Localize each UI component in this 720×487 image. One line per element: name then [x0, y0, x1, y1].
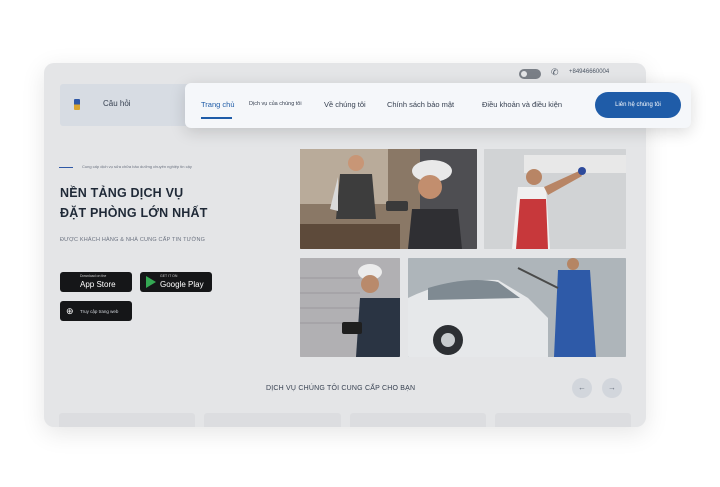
photo-technicians-workshop	[300, 149, 477, 249]
photo-car-wash	[408, 258, 626, 357]
service-card[interactable]	[59, 413, 196, 427]
phone-icon: ✆	[551, 67, 559, 77]
nav-about[interactable]: Về chúng tôi	[324, 100, 366, 109]
service-cards-row	[59, 413, 631, 427]
ac-technician-illustration	[484, 149, 626, 249]
hero-title-line2: ĐẶT PHÒNG LỚN NHẤT	[60, 206, 208, 220]
app-store-small-label: Download on the	[80, 274, 107, 278]
car-wash-illustration	[408, 258, 626, 357]
hero-subtitle: ĐƯỢC KHÁCH HÀNG & NHÀ CUNG CẤP TIN TƯỞNG	[60, 237, 206, 243]
arrow-right-icon[interactable]: →	[602, 378, 622, 398]
photo-ac-technician	[484, 149, 626, 249]
theme-toggle-icon[interactable]	[519, 69, 541, 79]
google-play-button[interactable]: GET IT ON Google Play	[140, 272, 212, 292]
hero-title-line1: NỀN TẢNG DỊCH VỤ	[60, 186, 184, 200]
play-icon	[146, 276, 156, 288]
hero-kicker: Cung cấp dịch vụ sửa chữa bảo dưỡng chuy…	[82, 164, 192, 169]
app-store-label: App Store	[80, 280, 116, 289]
top-bar: ✆ +84946660004	[44, 63, 646, 85]
hero-accent-line	[59, 167, 73, 168]
nav-terms[interactable]: Điều khoản và điều kiện	[482, 100, 562, 109]
nav-privacy[interactable]: Chính sách bảo mật	[387, 100, 454, 109]
nav-active-underline	[201, 117, 232, 119]
app-store-button[interactable]: Download on the App Store	[60, 272, 132, 292]
web-access-label: Truy cập trang web	[80, 309, 119, 314]
service-card[interactable]	[349, 413, 486, 427]
nav-home[interactable]: Trang chủ	[201, 100, 235, 109]
service-card[interactable]	[204, 413, 341, 427]
drill-worker-illustration	[300, 258, 400, 357]
google-play-small-label: GET IT ON	[160, 274, 178, 278]
hero-title: NỀN TẢNG DỊCH VỤ ĐẶT PHÒNG LỚN NHẤT	[60, 183, 208, 223]
service-card[interactable]	[494, 413, 631, 427]
phone-number[interactable]: +84946660004	[569, 69, 609, 75]
logo-icon[interactable]	[74, 99, 80, 110]
web-access-button[interactable]: ⊕ Truy cập trang web	[60, 301, 132, 321]
globe-icon: ⊕	[66, 306, 74, 316]
contact-us-button[interactable]: Liên hệ chúng tôi	[595, 92, 681, 118]
faq-link[interactable]: Câu hỏi	[103, 99, 131, 108]
services-section-title: DỊCH VỤ CHÚNG TÔI CUNG CẤP CHO BẠN	[266, 385, 416, 392]
photo-drill-worker	[300, 258, 400, 357]
screenshot-stage: ✆ +84946660004 Câu hỏi Cung cấp dịch vụ …	[0, 0, 720, 487]
main-navbar: Trang chủ Dịch vụ của chúng tôi Về chúng…	[185, 83, 691, 128]
technicians-illustration	[300, 149, 477, 249]
google-play-label: Google Play	[160, 280, 204, 289]
arrow-left-icon[interactable]: ←	[572, 378, 592, 398]
nav-services[interactable]: Dịch vụ của chúng tôi	[249, 101, 302, 107]
